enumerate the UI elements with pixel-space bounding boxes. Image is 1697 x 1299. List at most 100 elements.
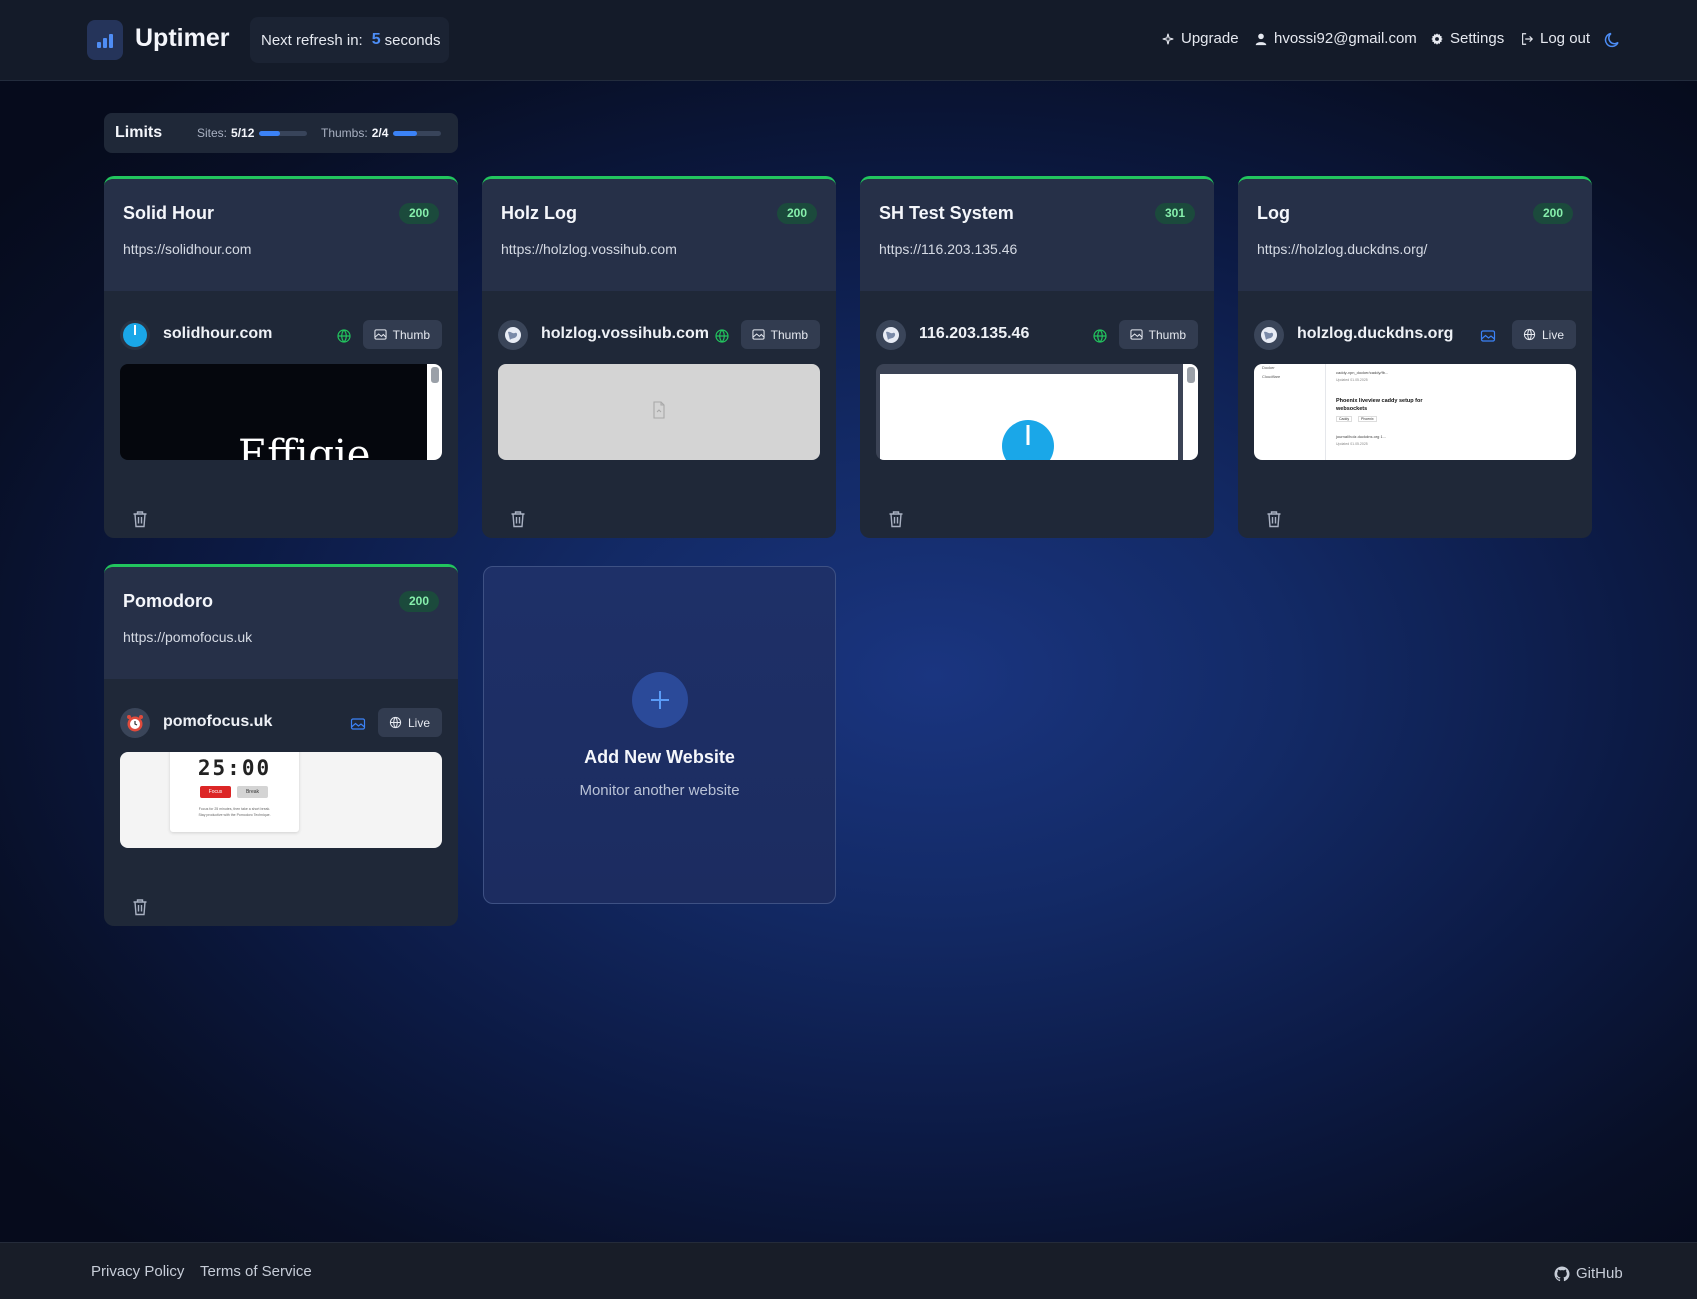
image-icon xyxy=(752,329,765,340)
privacy-policy-link[interactable]: Privacy Policy xyxy=(91,1263,184,1280)
add-website-card[interactable]: Add New Website Monitor another website xyxy=(483,566,836,904)
refresh-countdown: Next refresh in: 5 seconds xyxy=(250,17,449,63)
dark-mode-toggle-icon[interactable] xyxy=(1604,31,1622,49)
preview-line: Updated 01.05.2025 xyxy=(1336,378,1368,382)
globe-favicon-icon xyxy=(876,320,906,350)
status-badge: 200 xyxy=(398,591,439,612)
preview-break-button: Break xyxy=(237,786,268,798)
top-header: Uptimer Next refresh in: 5 seconds Upgra… xyxy=(0,0,1697,81)
trash-icon[interactable] xyxy=(132,898,148,916)
trash-icon[interactable] xyxy=(888,510,904,528)
trash-icon[interactable] xyxy=(510,510,526,528)
settings-label: Settings xyxy=(1450,30,1505,47)
site-url[interactable]: https://solidhour.com xyxy=(123,241,251,257)
site-card[interactable]: Log 200 https://holzlog.duckdns.org/ hol… xyxy=(1238,176,1592,538)
logout-label: Log out xyxy=(1540,30,1591,47)
sparkle-icon xyxy=(1162,33,1174,44)
site-preview[interactable] xyxy=(876,364,1198,460)
globe-favicon-icon xyxy=(498,320,528,350)
site-card[interactable]: Holz Log 200 https://holzlog.vossihub.co… xyxy=(482,176,836,538)
sites-progress-bar xyxy=(259,130,308,136)
site-title: Pomodoro xyxy=(123,591,213,611)
thumb-mode-button[interactable]: Thumb xyxy=(362,320,442,349)
preview-tag: Phoenix xyxy=(1358,416,1377,422)
settings-link[interactable]: Settings xyxy=(1430,30,1504,47)
image-icon xyxy=(1130,329,1143,340)
thumb-mode-button[interactable]: Thumb xyxy=(1118,320,1198,349)
site-preview[interactable]: Docker Cloudflare caddy-vpn_docker/caddy… xyxy=(1254,364,1576,460)
site-preview[interactable]: 25:00 Focus Break Focus for 25 minutes, … xyxy=(120,752,442,848)
site-domain: holzlog.duckdns.org xyxy=(1297,325,1454,342)
uptimer-logo-icon[interactable] xyxy=(87,20,123,60)
preview-tag: Caddy xyxy=(1336,416,1353,422)
site-url[interactable]: https://pomofocus.uk xyxy=(123,629,252,645)
status-badge: 200 xyxy=(398,203,439,224)
globe-favicon-icon xyxy=(1254,320,1284,350)
favicon-icon xyxy=(120,320,150,350)
site-title: Holz Log xyxy=(501,203,577,223)
trash-icon[interactable] xyxy=(1266,510,1282,528)
plus-icon[interactable] xyxy=(632,672,688,728)
site-domain: solidhour.com xyxy=(163,325,273,342)
mode-label: Thumb xyxy=(1148,327,1186,342)
live-mode-button[interactable]: Live xyxy=(1511,320,1576,349)
refresh-value: 5 xyxy=(371,31,381,48)
site-preview[interactable]: Effigie xyxy=(120,364,442,460)
status-badge: 200 xyxy=(1532,203,1573,224)
preview-line: journal/holz.duckdns.org 1... xyxy=(1336,434,1387,439)
trash-icon[interactable] xyxy=(132,510,148,528)
broken-document-icon xyxy=(653,401,665,419)
site-url[interactable]: https://holzlog.duckdns.org/ xyxy=(1257,241,1427,257)
gear-icon xyxy=(1431,32,1443,45)
upgrade-link[interactable]: Upgrade xyxy=(1161,30,1239,47)
add-website-title: Add New Website xyxy=(584,747,735,767)
preview-line: Stay productive with the Pomodoro Techni… xyxy=(198,813,271,817)
preview-timer: 25:00 xyxy=(197,756,272,780)
status-badge: 301 xyxy=(1154,203,1195,224)
alarm-clock-favicon-icon xyxy=(120,708,150,738)
github-link[interactable]: GitHub xyxy=(1554,1265,1623,1282)
preview-text: Effigie xyxy=(238,432,371,460)
site-card[interactable]: Solid Hour 200 https://solidhour.com sol… xyxy=(104,176,458,538)
thumbs-limit: Thumbs: 2/4 xyxy=(321,126,442,140)
upgrade-label: Upgrade xyxy=(1181,30,1239,47)
sites-limit-label: Sites: xyxy=(197,126,228,140)
site-card[interactable]: Pomodoro 200 https://pomofocus.uk pomofo… xyxy=(104,564,458,926)
thumbs-limit-label: Thumbs: xyxy=(321,126,368,140)
sites-limit: Sites: 5/12 xyxy=(197,126,308,140)
preview-line: caddy-vpn_docker/caddy/fb... xyxy=(1336,370,1389,375)
thumbs-progress-bar xyxy=(393,130,442,136)
user-account[interactable]: hvossi92@gmail.com xyxy=(1254,30,1417,47)
terms-of-service-link[interactable]: Terms of Service xyxy=(200,1263,312,1280)
site-domain: holzlog.vossihub.com xyxy=(541,325,710,342)
preview-line: Updated 01.05.2025 xyxy=(1336,442,1368,446)
mode-label: Live xyxy=(1541,327,1564,342)
preview-line: Cloudflare xyxy=(1262,374,1281,379)
refresh-label: Next refresh in: xyxy=(261,31,363,49)
logout-link[interactable]: Log out xyxy=(1520,30,1590,47)
github-label: GitHub xyxy=(1576,1265,1623,1282)
brand-name[interactable]: Uptimer xyxy=(135,24,229,53)
site-card[interactable]: SH Test System 301 https://116.203.135.4… xyxy=(860,176,1214,538)
live-mode-button[interactable]: Live xyxy=(377,708,442,737)
thumb-mode-button[interactable]: Thumb xyxy=(740,320,820,349)
globe-icon xyxy=(1093,329,1107,343)
globe-icon xyxy=(715,329,729,343)
image-icon xyxy=(374,329,387,340)
globe-icon xyxy=(1523,328,1536,341)
site-domain: pomofocus.uk xyxy=(163,713,273,730)
site-url[interactable]: https://holzlog.vossihub.com xyxy=(501,241,677,257)
globe-icon xyxy=(389,716,402,729)
user-icon xyxy=(1255,33,1267,45)
site-title: SH Test System xyxy=(879,203,1014,223)
site-url[interactable]: https://116.203.135.46 xyxy=(879,241,1017,257)
site-preview[interactable] xyxy=(498,364,820,460)
preview-line: Docker xyxy=(1262,365,1275,370)
status-badge: 200 xyxy=(776,203,817,224)
image-icon xyxy=(1480,330,1496,342)
sites-limit-value: 5/12 xyxy=(231,126,255,140)
mode-label: Thumb xyxy=(392,327,430,342)
thumbs-limit-value: 2/4 xyxy=(371,126,389,140)
mode-label: Thumb xyxy=(770,327,808,342)
user-email: hvossi92@gmail.com xyxy=(1274,30,1417,47)
